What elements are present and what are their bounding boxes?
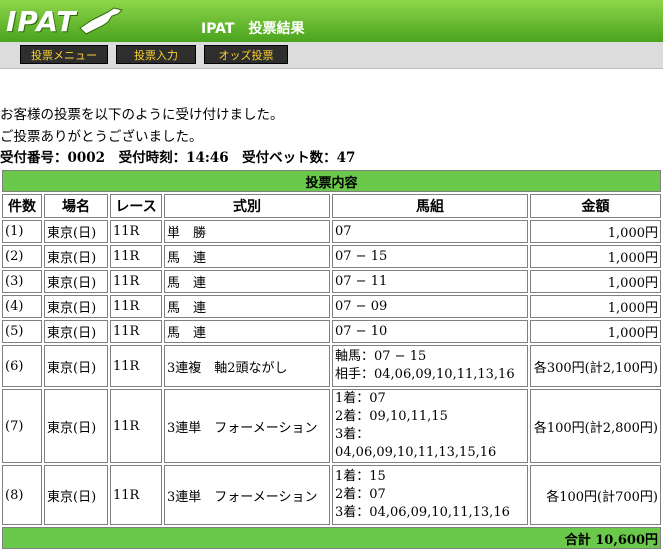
row-venue: 東京(日) [44,270,108,293]
row-combo: 07 − 10 [332,320,528,343]
header-bar: IPAT IPAT 投票結果 [0,0,663,42]
table-row: (5) 東京(日) 11R 馬 連 07 − 10 1,000円 [2,320,661,343]
row-race: 11R [110,320,162,343]
row-amount: 各100円(計700円) [530,465,661,525]
logo-text: IPAT [6,4,77,38]
row-combo: 1着：15 2着：07 3着：04,06,09,10,11,13,16 [332,465,528,525]
row-combo: 07 − 15 [332,245,528,268]
combo-line: 相手：04,06,09,10,11,13,16 [335,367,515,382]
row-race: 11R [110,295,162,318]
combo-line: 1着：07 [335,391,386,406]
nav-vote-input-button[interactable]: 投票入力 [116,45,196,64]
row-race: 11R [110,270,162,293]
row-amount: 各100円(計2,800円) [530,389,661,463]
col-combination: 馬組 [332,194,528,218]
col-count: 件数 [2,194,42,218]
combo-line: 1着：15 [335,469,386,484]
row-type: 3連単 フォーメーション [164,465,330,525]
row-combo: 軸馬：07 − 15 相手：04,06,09,10,11,13,16 [332,345,528,387]
row-combo: 07 − 09 [332,295,528,318]
col-amount: 金額 [530,194,661,218]
nav-odds-vote-button[interactable]: オッズ投票 [204,45,288,64]
row-race: 11R [110,345,162,387]
total-row: 合計 10,600円 [2,527,661,549]
row-amount: 1,000円 [530,270,661,293]
row-race: 11R [110,220,162,243]
row-no: (3) [2,270,42,293]
row-race: 11R [110,465,162,525]
row-amount: 1,000円 [530,220,661,243]
row-amount: 1,000円 [530,320,661,343]
receipt-info: 受付番号：0002 受付時刻：14:46 受付ベット数：47 [0,150,356,166]
total-amount: 合計 10,600円 [2,527,661,549]
row-venue: 東京(日) [44,295,108,318]
row-combo: 07 − 11 [332,270,528,293]
table-title: 投票内容 [2,170,661,192]
row-amount: 各300円(計2,100円) [530,345,661,387]
row-venue: 東京(日) [44,465,108,525]
message-accepted: お客様の投票を以下のように受け付けました。 [0,107,284,123]
row-no: (4) [2,295,42,318]
row-venue: 東京(日) [44,345,108,387]
row-no: (8) [2,465,42,525]
row-type: 3連単 フォーメーション [164,389,330,463]
horse-icon [79,7,124,35]
row-type: 馬 連 [164,245,330,268]
row-type: 3連複 軸2頭ながし [164,345,330,387]
row-venue: 東京(日) [44,245,108,268]
col-venue: 場名 [44,194,108,218]
table-row: (8) 東京(日) 11R 3連単 フォーメーション 1着：15 2着：07 3… [2,465,661,525]
row-no: (2) [2,245,42,268]
row-no: (1) [2,220,42,243]
row-no: (5) [2,320,42,343]
combo-line: 2着：07 [335,487,386,502]
page-title: IPAT 投票結果 [201,21,305,37]
row-combo: 1着：07 2着：09,10,11,15 3着：04,06,09,10,11,1… [332,389,528,463]
combo-line: 2着：09,10,11,15 [335,409,448,424]
table-row: (3) 東京(日) 11R 馬 連 07 − 11 1,000円 [2,270,661,293]
row-race: 11R [110,389,162,463]
row-no: (6) [2,345,42,387]
table-row: (4) 東京(日) 11R 馬 連 07 − 09 1,000円 [2,295,661,318]
row-type: 馬 連 [164,320,330,343]
row-venue: 東京(日) [44,389,108,463]
row-venue: 東京(日) [44,320,108,343]
table-row: (2) 東京(日) 11R 馬 連 07 − 15 1,000円 [2,245,661,268]
row-type: 単 勝 [164,220,330,243]
row-amount: 1,000円 [530,295,661,318]
nav-bar: 投票メニュー 投票入力 オッズ投票 [0,42,663,69]
row-race: 11R [110,245,162,268]
row-no: (7) [2,389,42,463]
combo-line: 3着：04,06,09,10,11,13,16 [335,505,510,520]
table-row: (7) 東京(日) 11R 3連単 フォーメーション 1着：07 2着：09,1… [2,389,661,463]
row-amount: 1,000円 [530,245,661,268]
row-type: 馬 連 [164,295,330,318]
nav-vote-menu-button[interactable]: 投票メニュー [20,45,108,64]
table-row: (6) 東京(日) 11R 3連複 軸2頭ながし 軸馬：07 − 15 相手：0… [2,345,661,387]
col-bet-type: 式別 [164,194,330,218]
table-row: (1) 東京(日) 11R 単 勝 07 1,000円 [2,220,661,243]
ipat-logo: IPAT [6,2,124,40]
row-venue: 東京(日) [44,220,108,243]
combo-line: 3着：04,06,09,10,11,13,15,16 [335,427,497,460]
combo-line: 軸馬：07 − 15 [335,349,427,364]
row-type: 馬 連 [164,270,330,293]
message-thanks: ご投票ありがとうございました。 [0,129,203,145]
row-combo: 07 [332,220,528,243]
col-race: レース [110,194,162,218]
bet-table: 投票内容 件数 場名 レース 式別 馬組 金額 (1) 東京(日) 11R 単 … [0,168,663,551]
